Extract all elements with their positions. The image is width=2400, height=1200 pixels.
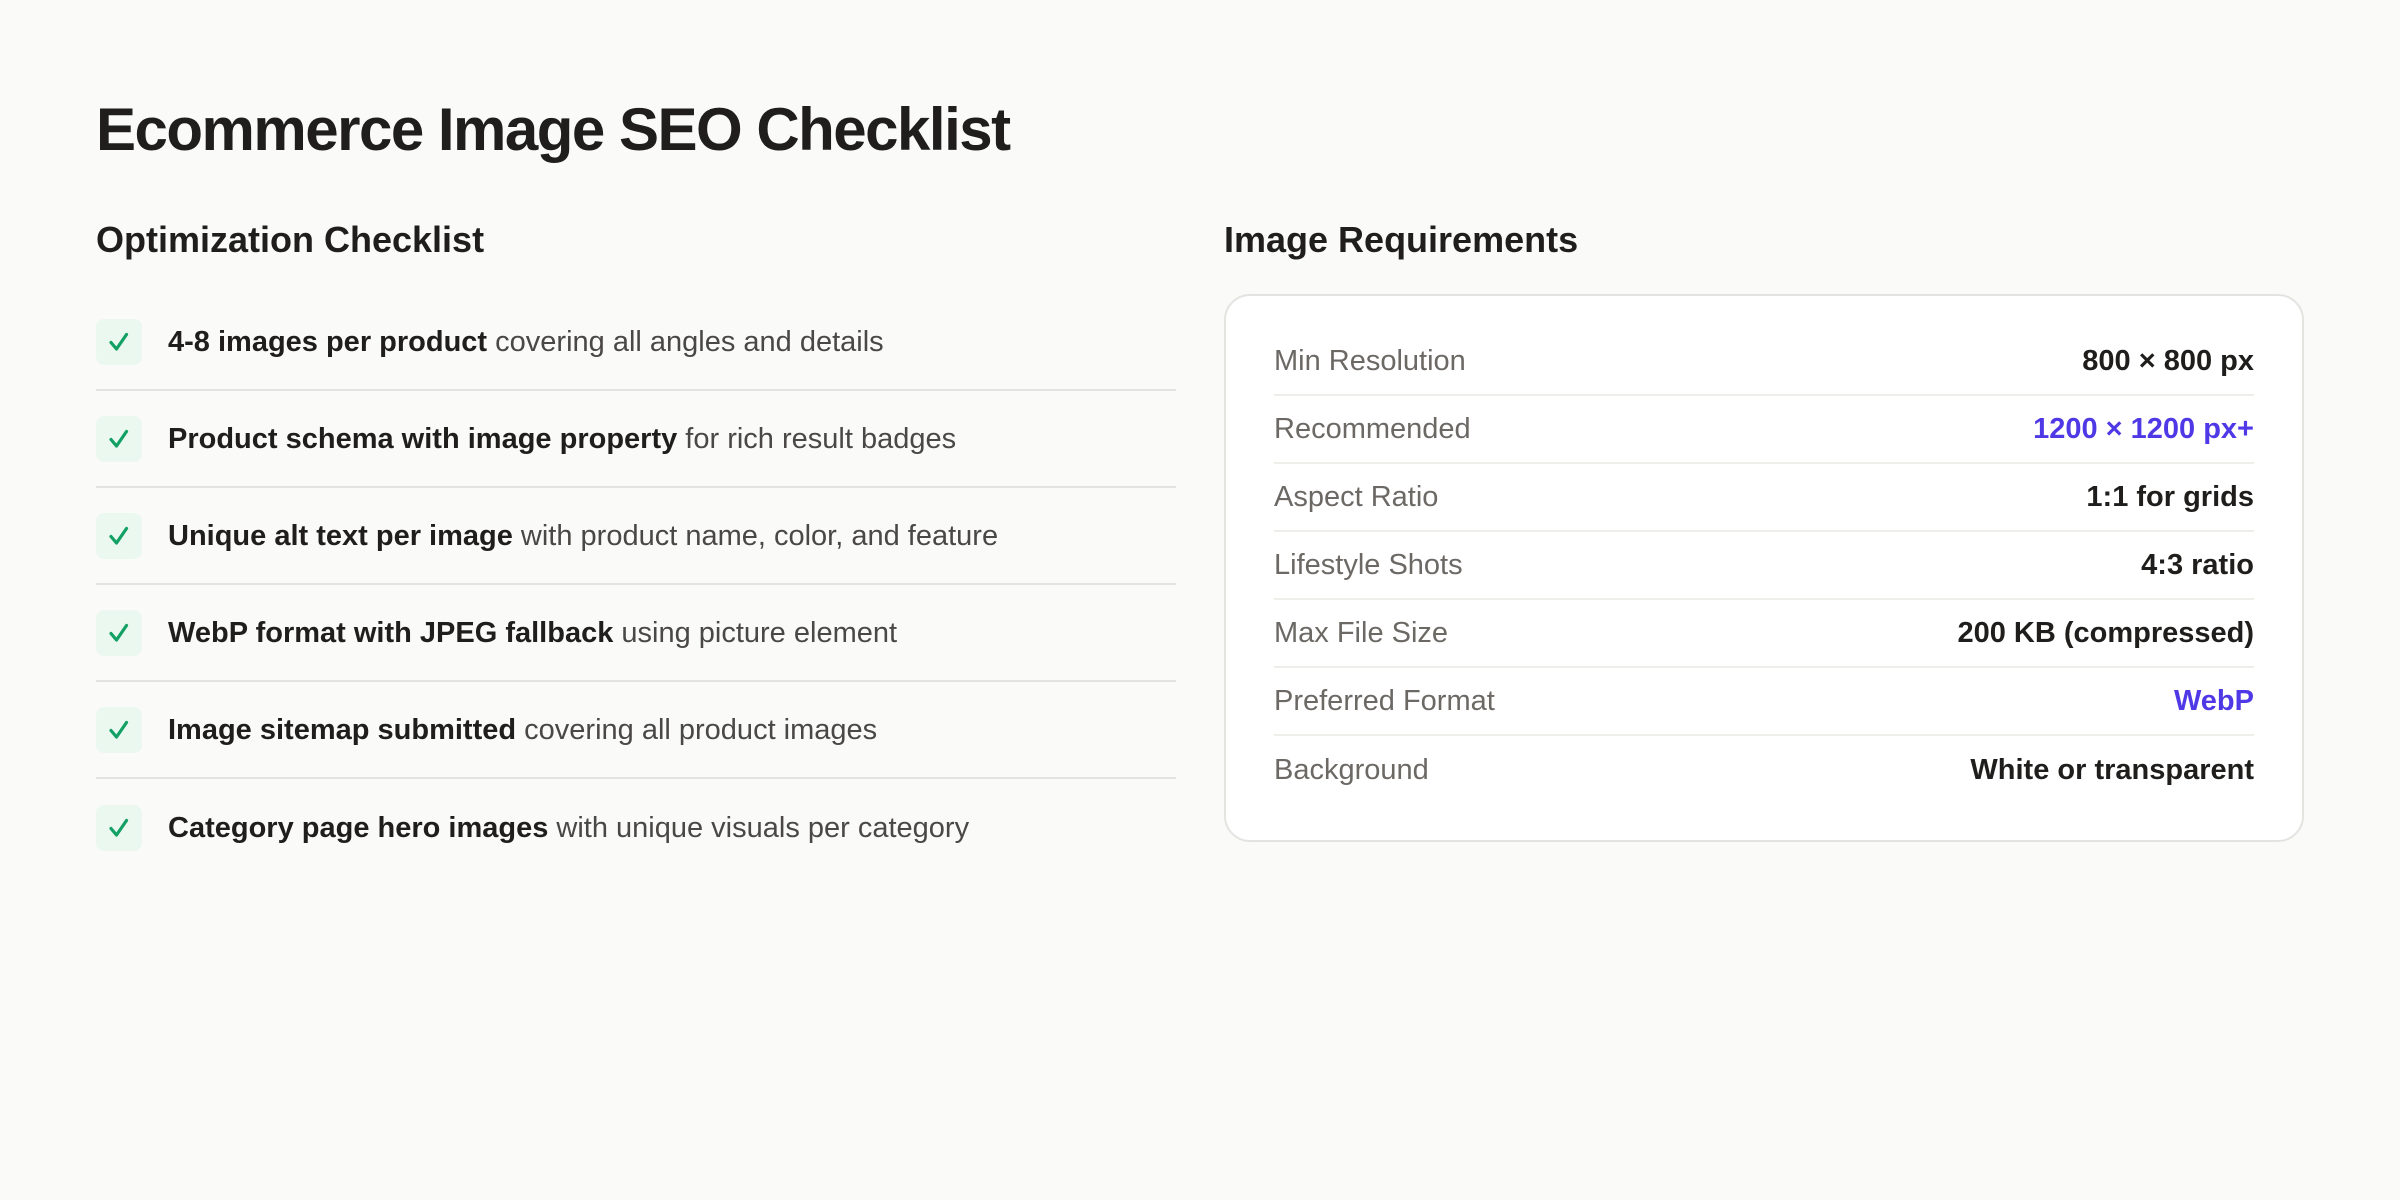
requirement-value: 1200 × 1200 px+ [2033,412,2254,445]
check-icon [96,804,142,851]
requirement-row-background: Background White or transparent [1274,736,2254,804]
requirement-row-aspect-ratio: Aspect Ratio 1:1 for grids [1274,464,2254,532]
checklist-item: Image sitemap submitted covering all pro… [96,682,1176,779]
checklist-heading: Optimization Checklist [96,219,485,260]
checklist-item-strong: 4-8 images per product [168,325,488,358]
checklist-item-text: Product schema with image property for r… [168,421,956,457]
checklist-item-strong: Unique alt text per image [168,519,513,552]
checklist-item-text: 4-8 images per product covering all angl… [168,324,884,360]
checklist-item-strong: Category page hero images [168,811,549,844]
requirement-label: Max File Size [1274,616,1449,649]
page: Ecommerce Image SEO Checklist Optimizati… [0,0,2400,1200]
checklist-item-text: Unique alt text per image with product n… [168,518,998,554]
checklist-item: WebP format with JPEG fallback using pic… [96,585,1176,682]
optimization-checklist-section: Optimization Checklist 4-8 images per pr… [96,218,1176,876]
requirement-row-max-file-size: Max File Size 200 KB (compressed) [1274,600,2254,668]
checklist-item-text: WebP format with JPEG fallback using pic… [168,615,897,651]
requirement-label: Background [1274,753,1429,786]
requirement-label: Preferred Format [1274,684,1495,717]
checklist-item-rest: with unique visuals per category [548,811,970,844]
requirement-value: 4:3 ratio [2141,548,2254,581]
requirement-value: 800 × 800 px [2082,344,2254,377]
check-icon [96,318,142,365]
checklist-item-rest: using picture element [613,616,898,649]
requirement-row-recommended: Recommended 1200 × 1200 px+ [1274,396,2254,464]
image-requirements-section: Image Requirements Min Resolution 800 × … [1224,218,2304,876]
requirement-label: Min Resolution [1274,344,1466,377]
checklist-item: Product schema with image property for r… [96,391,1176,488]
requirement-row-preferred-format: Preferred Format WebP [1274,668,2254,736]
checklist-item-rest: for rich result badges [677,422,957,455]
checklist: 4-8 images per product covering all angl… [96,294,1176,876]
requirement-label: Lifestyle Shots [1274,548,1463,581]
requirement-label: Aspect Ratio [1274,480,1439,513]
check-icon [96,609,142,656]
page-title: Ecommerce Image SEO Checklist [96,96,1011,163]
checklist-item-strong: WebP format with JPEG fallback [168,616,614,649]
requirement-value: WebP [2173,684,2254,717]
checklist-item-text: Image sitemap submitted covering all pro… [168,712,877,748]
checklist-item-rest: covering all product images [516,713,878,746]
check-icon [96,415,142,462]
checklist-item-strong: Image sitemap submitted [168,713,517,746]
requirement-row-lifestyle-shots: Lifestyle Shots 4:3 ratio [1274,532,2254,600]
requirement-label: Recommended [1274,412,1471,445]
checklist-item-strong: Product schema with image property [168,422,678,455]
checklist-item: Category page hero images with unique vi… [96,779,1176,876]
requirements-card: Min Resolution 800 × 800 px Recommended … [1224,294,2304,842]
requirement-value: White or transparent [1970,753,2254,786]
checklist-item: Unique alt text per image with product n… [96,488,1176,585]
requirement-row-min-resolution: Min Resolution 800 × 800 px [1274,328,2254,396]
content-columns: Optimization Checklist 4-8 images per pr… [96,218,2304,876]
requirement-value: 1:1 for grids [2086,480,2254,513]
checklist-item: 4-8 images per product covering all angl… [96,294,1176,391]
checklist-item-rest: with product name, color, and feature [512,519,999,552]
check-icon [96,706,142,753]
check-icon [96,512,142,559]
requirement-value: 200 KB (compressed) [1957,616,2254,649]
requirements-heading: Image Requirements [1224,219,1579,260]
checklist-item-rest: covering all angles and details [487,325,884,358]
checklist-item-text: Category page hero images with unique vi… [168,810,969,846]
